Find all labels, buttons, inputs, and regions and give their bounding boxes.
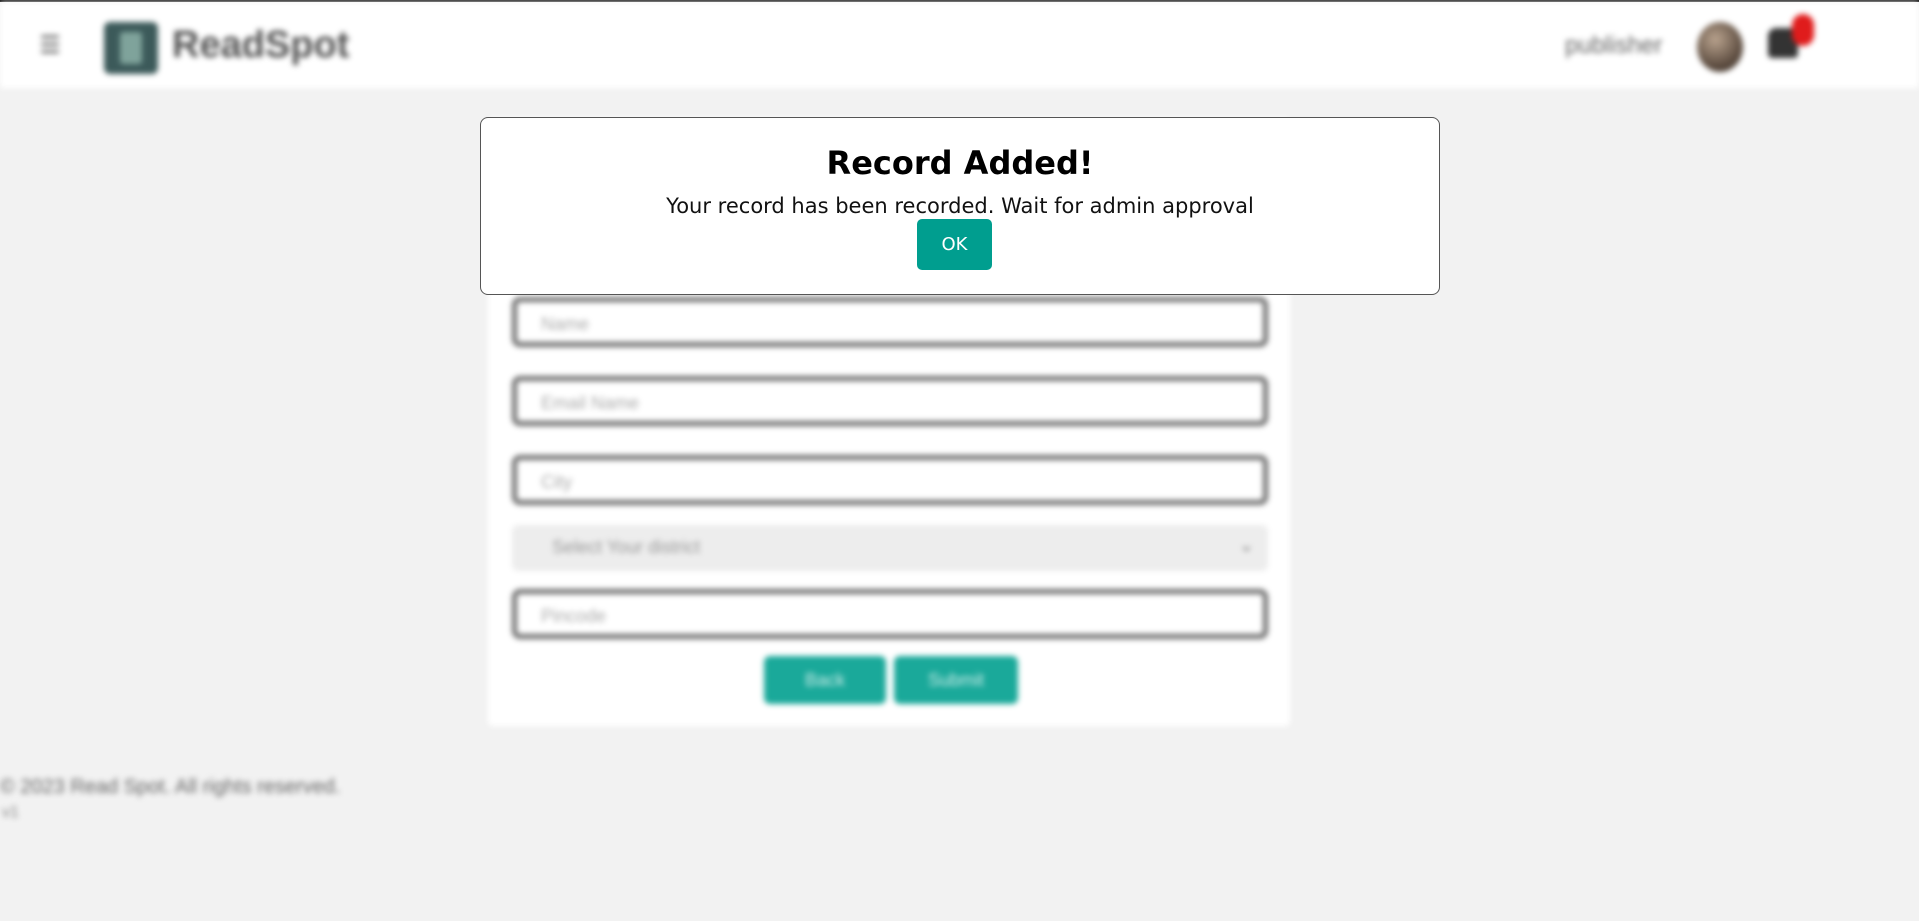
dialog-message: Your record has been recorded. Wait for …: [666, 194, 1254, 218]
district-select-label: Select Your district: [552, 537, 701, 557]
hamburger-icon[interactable]: ☰: [36, 31, 64, 59]
name-field[interactable]: Name: [512, 297, 1268, 347]
pincode-field[interactable]: Pincode: [512, 589, 1268, 639]
footer-version: v1: [2, 804, 19, 821]
city-field[interactable]: City: [512, 455, 1268, 505]
name-placeholder: Name: [541, 314, 590, 334]
email-field[interactable]: Email Name: [512, 376, 1268, 426]
chevron-down-icon: ⌄: [1238, 535, 1254, 556]
dialog-title: Record Added!: [826, 144, 1094, 182]
logo-icon: [104, 22, 158, 74]
footer-copyright: © 2023 Read Spot. All rights reserved.: [0, 776, 341, 798]
success-dialog: Record Added! Your record has been recor…: [480, 117, 1440, 295]
back-button[interactable]: Back: [764, 656, 886, 704]
district-select[interactable]: Select Your district ⌄: [512, 525, 1268, 571]
app-header: ☰ ReadSpot publisher: [0, 2, 1919, 88]
notification-badge: [1792, 14, 1814, 46]
brand-name: ReadSpot: [172, 24, 350, 66]
email-placeholder: Email Name: [541, 393, 640, 413]
city-placeholder: City: [541, 472, 572, 492]
pincode-placeholder: Pincode: [541, 606, 607, 626]
avatar[interactable]: [1697, 22, 1743, 72]
submit-button[interactable]: Submit: [894, 656, 1018, 704]
ok-button[interactable]: OK: [917, 219, 992, 270]
user-role-label: publisher: [1565, 32, 1663, 59]
